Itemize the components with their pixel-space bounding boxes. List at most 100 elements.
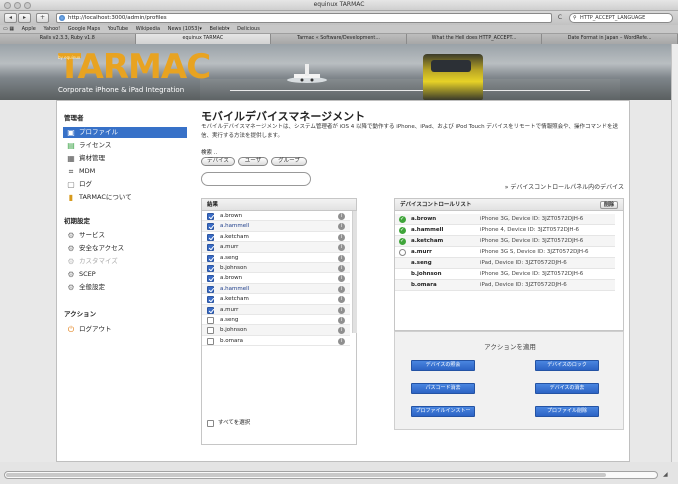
sidebar-item-customize[interactable]: ⚙ カスタマイズ — [63, 256, 187, 267]
control-panel-link[interactable]: » デバイスコントロールパネル内のデバイス — [492, 182, 624, 191]
row-checkbox[interactable] — [207, 223, 214, 231]
add-bookmark-button[interactable]: + — [36, 13, 49, 23]
row-checkbox[interactable] — [207, 306, 214, 314]
sidebar-item-license[interactable]: ▤ ライセンス — [63, 140, 187, 151]
page-vertical-scrollbar[interactable] — [671, 44, 678, 462]
result-row[interactable]: a.ketcham i — [202, 232, 350, 243]
result-row[interactable]: a.hammell i — [202, 221, 350, 232]
seg-groups-button[interactable]: グループ — [271, 157, 307, 166]
info-icon[interactable]: i — [338, 265, 345, 272]
info-icon[interactable]: i — [338, 306, 345, 314]
row-checkbox[interactable] — [207, 285, 214, 293]
browser-search-input[interactable]: ⚲ HTTP_ACCEPT_LANGUAGE — [569, 13, 673, 23]
sidebar-item-about[interactable]: ▮ TARMACについて — [63, 192, 187, 203]
wipe-device-button[interactable]: デバイスの消去 — [535, 383, 599, 394]
results-scrollbar[interactable] — [352, 211, 357, 333]
info-icon[interactable]: i — [338, 233, 345, 241]
install-profile-button[interactable]: プロファイルインストー — [411, 406, 475, 417]
sidebar-item-general[interactable]: ⚙ 全般設定 — [63, 282, 187, 293]
bookmark-item[interactable]: Beliebt▾ — [210, 26, 230, 32]
bookmark-item[interactable]: Google Maps — [68, 26, 100, 32]
bookmarks-icon[interactable]: ▭ ▦ — [3, 26, 14, 32]
device-row[interactable]: a.hammelliPhone 4, Device ID: 3JZT0572DJ… — [395, 225, 615, 236]
browser-tab[interactable]: Tarmac « Software/Development... — [271, 34, 407, 44]
resize-handle-icon[interactable]: ◢ — [663, 471, 675, 481]
query-device-button[interactable]: デバイスの照会 — [411, 360, 475, 371]
info-icon[interactable]: i — [338, 223, 345, 231]
select-all-checkbox[interactable]: すべてを選択 — [207, 419, 250, 427]
result-row[interactable]: a.murr i — [202, 242, 350, 253]
result-row[interactable]: b.johnson i — [202, 325, 350, 336]
info-icon[interactable]: i — [338, 254, 345, 262]
result-row[interactable]: a.hammell i — [202, 283, 350, 295]
info-icon[interactable]: i — [338, 327, 345, 335]
row-checkbox[interactable] — [207, 233, 214, 241]
row-checkbox[interactable] — [207, 275, 214, 283]
bookmark-item[interactable]: Delicious — [237, 26, 260, 32]
sidebar-item-secure-access[interactable]: ⚙ 安全なアクセス — [63, 243, 187, 254]
browser-tab[interactable]: Date Format in Japan – WordRefe... — [542, 34, 678, 44]
bookmark-item[interactable]: News (1053)▾ — [168, 26, 202, 32]
info-icon[interactable]: i — [338, 213, 345, 220]
row-checkbox[interactable] — [207, 296, 214, 304]
lock-device-button[interactable]: デバイスのロック — [535, 360, 599, 371]
forward-button[interactable]: ▸ — [18, 13, 31, 23]
seg-users-button[interactable]: ユーザ — [238, 157, 268, 166]
device-row[interactable]: a.murr iPhone 3G S, Device ID: 3JZT0572DJ… — [395, 247, 615, 258]
info-icon[interactable]: i — [338, 285, 345, 293]
device-row[interactable]: a.browniPhone 3G, Device ID: 3JZT0572DJH… — [395, 214, 615, 225]
sidebar-item-assets[interactable]: ▦ 資材管理 — [63, 153, 187, 164]
result-row[interactable]: b.omara i — [202, 336, 350, 347]
row-checkbox[interactable] — [207, 327, 214, 335]
sidebar-item-mdm[interactable]: ⌗ MDM — [63, 166, 187, 177]
result-row[interactable]: a.brown i — [202, 273, 350, 284]
result-row[interactable]: a.ketcham i — [202, 294, 350, 305]
bookmark-item[interactable]: Wikipedia — [136, 26, 160, 32]
row-checkbox[interactable] — [207, 244, 214, 252]
page-horizontal-scrollbar[interactable] — [4, 471, 658, 479]
info-icon[interactable]: i — [338, 275, 345, 283]
bookmark-item[interactable]: Apple — [22, 26, 36, 32]
result-row[interactable]: b.johnson i — [202, 263, 350, 274]
row-checkbox[interactable] — [207, 317, 214, 324]
row-checkbox[interactable] — [207, 254, 214, 262]
sidebar-item-profile[interactable]: ▣ プロファイル — [63, 127, 187, 138]
device-row[interactable]: a.seng iPad, Device ID: 3JZT0572DJH-6 — [395, 258, 615, 269]
row-checkbox[interactable] — [207, 337, 214, 345]
row-checkbox[interactable] — [207, 265, 214, 272]
device-row[interactable]: b.johnson iPhone 3G, Device ID: 3JZT0572D… — [395, 269, 615, 280]
device-search-input[interactable] — [201, 172, 311, 186]
reload-button[interactable]: C — [555, 13, 565, 23]
sidebar-item-log[interactable]: ▢ ログ — [63, 179, 187, 190]
remove-profile-button[interactable]: プロファイル削除 — [535, 406, 599, 417]
sidebar-item-services[interactable]: ⚙ サービス — [63, 230, 187, 241]
info-icon[interactable]: i — [338, 317, 345, 324]
result-row[interactable]: a.seng i — [202, 253, 350, 263]
device-row[interactable]: a.ketchamiPhone 3G, Device ID: 3JZT0572D… — [395, 236, 615, 247]
info-icon[interactable]: i — [338, 244, 345, 252]
bookmark-item[interactable]: YouTube — [108, 26, 128, 32]
info-icon[interactable]: i — [338, 337, 345, 345]
select-all-box[interactable] — [207, 420, 214, 427]
result-row[interactable]: a.brown i — [202, 211, 350, 222]
sidebar-item-scep[interactable]: ⚙ SCEP — [63, 269, 187, 280]
delete-button[interactable]: 削除 — [600, 201, 618, 209]
address-bar[interactable]: http://localhost:3000/admin/profiles — [56, 13, 552, 23]
row-checkbox[interactable] — [207, 213, 214, 220]
logout-button[interactable]: ⏻ ログアウト — [63, 324, 187, 335]
result-row[interactable]: a.seng i — [202, 315, 350, 326]
device-row[interactable]: b.omara iPad, Device ID: 3JZT0572DJH-6 — [395, 280, 615, 291]
back-button[interactable]: ◂ — [4, 13, 17, 23]
info-icon[interactable]: i — [338, 296, 345, 304]
scrollbar-thumb[interactable] — [6, 473, 606, 477]
result-row[interactable]: a.murr i — [202, 304, 350, 315]
browser-tab[interactable]: Rails v2.3.3, Ruby v1.8 — [0, 34, 136, 44]
seg-devices-button[interactable]: デバイス — [201, 157, 235, 166]
search-icon: ⚲ — [573, 15, 577, 21]
license-icon: ▤ — [67, 141, 75, 150]
clear-passcode-button[interactable]: パスコード消去 — [411, 383, 475, 394]
bookmark-item[interactable]: Yahoo! — [43, 26, 60, 32]
browser-tab-active[interactable]: equinux TARMAC — [135, 34, 272, 44]
browser-tab[interactable]: What the Hell does HTTP_ACCEPT... — [406, 34, 543, 44]
logout-label: ログアウト — [79, 325, 112, 333]
